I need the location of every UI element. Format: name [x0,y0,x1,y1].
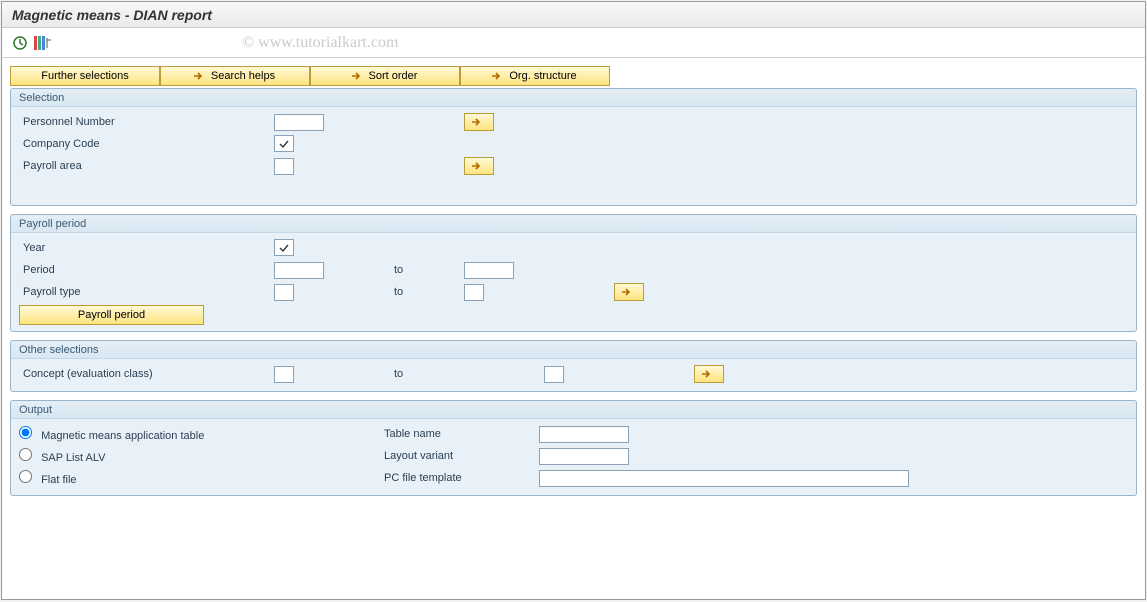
selection-buttons-row: Further selections Search helps Sort ord… [10,66,1137,86]
flat-file-radio[interactable] [19,470,32,483]
payroll-type-label: Payroll type [19,286,274,298]
group-title: Other selections [11,341,1136,359]
flat-file-label: Flat file [41,474,76,486]
to-label: to [394,368,544,380]
arrow-right-icon [489,69,503,83]
payroll-area-input[interactable] [274,158,294,175]
group-title: Selection [11,89,1136,107]
period-to-input[interactable] [464,262,514,279]
button-label: Sort order [369,70,418,82]
output-group: Output Magnetic means application table … [10,400,1137,496]
concept-label: Concept (evaluation class) [19,368,274,380]
sap-list-alv-radio[interactable] [19,448,32,461]
period-from-input[interactable] [274,262,324,279]
payroll-area-label: Payroll area [19,160,274,172]
sap-list-alv-label: SAP List ALV [41,452,105,464]
to-label: to [394,264,464,276]
application-toolbar [2,28,1145,58]
button-label: Further selections [41,70,128,82]
payroll-type-to-input[interactable] [464,284,484,301]
arrow-right-icon [469,159,483,173]
arrow-right-icon [619,285,633,299]
arrow-right-icon [191,69,205,83]
payroll-period-group: Payroll period Year Period to [10,214,1137,332]
group-title: Payroll period [11,215,1136,233]
sort-order-button[interactable]: Sort order [310,66,460,86]
button-label: Payroll period [78,309,145,321]
arrow-right-icon [469,115,483,129]
concept-from-input[interactable] [274,366,294,383]
pc-file-template-label: PC file template [384,472,539,484]
arrow-right-icon [699,367,713,381]
org-structure-button[interactable]: Org. structure [460,66,610,86]
other-selections-group: Other selections Concept (evaluation cla… [10,340,1137,392]
table-name-input[interactable] [539,426,629,443]
arrow-right-icon [349,69,363,83]
execute-icon[interactable] [12,35,28,51]
structure-icon[interactable] [34,36,54,50]
personnel-number-label: Personnel Number [19,116,274,128]
payroll-period-button[interactable]: Payroll period [19,305,204,325]
magnetic-means-radio[interactable] [19,426,32,439]
concept-to-input[interactable] [544,366,564,383]
check-icon [278,138,290,150]
layout-variant-input[interactable] [539,448,629,465]
payroll-type-from-input[interactable] [274,284,294,301]
magnetic-means-label: Magnetic means application table [41,430,204,442]
group-title: Output [11,401,1136,419]
title-bar: Magnetic means - DIAN report [2,2,1145,28]
further-selections-button[interactable]: Further selections [10,66,160,86]
to-label: to [394,286,464,298]
button-label: Search helps [211,70,275,82]
company-code-input[interactable] [274,135,294,152]
table-name-label: Table name [384,428,539,440]
check-icon [278,242,290,254]
payroll-area-multiselect-button[interactable] [464,157,494,175]
button-label: Org. structure [509,70,576,82]
period-label: Period [19,264,274,276]
year-input[interactable] [274,239,294,256]
year-label: Year [19,242,274,254]
selection-group: Selection Personnel Number Company Code [10,88,1137,206]
personnel-number-input[interactable] [274,114,324,131]
layout-variant-label: Layout variant [384,450,539,462]
concept-multiselect-button[interactable] [694,365,724,383]
page-title: Magnetic means - DIAN report [12,7,212,23]
personnel-number-multiselect-button[interactable] [464,113,494,131]
payroll-type-multiselect-button[interactable] [614,283,644,301]
pc-file-template-input[interactable] [539,470,909,487]
company-code-label: Company Code [19,138,274,150]
search-helps-button[interactable]: Search helps [160,66,310,86]
